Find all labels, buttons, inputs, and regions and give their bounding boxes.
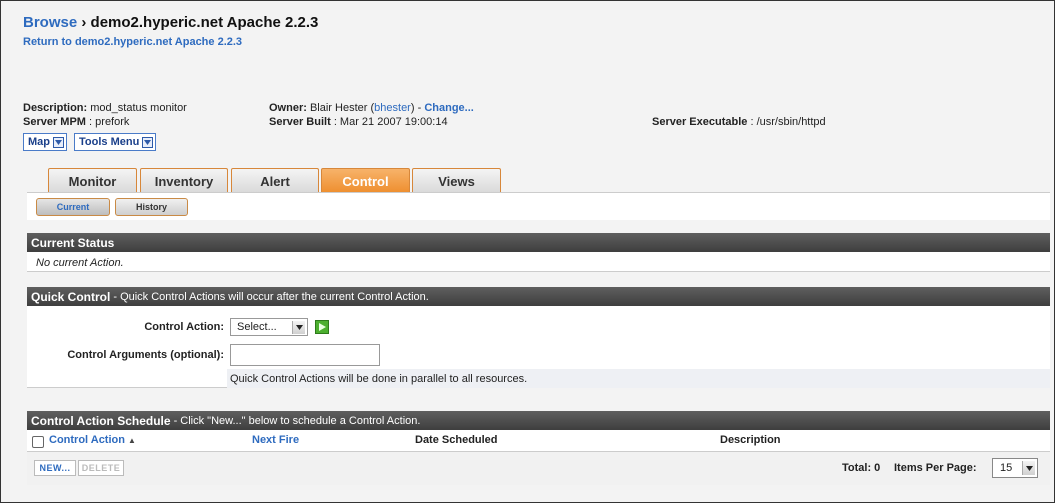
map-menu-label: Map bbox=[28, 136, 50, 148]
tab-alert-label: Alert bbox=[260, 173, 290, 189]
chevron-down-icon bbox=[292, 320, 305, 334]
breadcrumb-browse-link[interactable]: Browse bbox=[23, 14, 77, 31]
items-per-page-select[interactable]: 15 bbox=[992, 458, 1038, 478]
tab-views-label: Views bbox=[438, 173, 475, 189]
server-executable-row: Server Executable : /usr/sbin/httpd bbox=[652, 116, 826, 128]
column-date-scheduled: Date Scheduled bbox=[415, 434, 498, 446]
quick-control-desc: - Quick Control Actions will occur after… bbox=[113, 290, 429, 303]
breadcrumb: Browse › demo2.hyperic.net Apache 2.2.3 bbox=[23, 14, 318, 31]
chevron-down-icon bbox=[1022, 461, 1035, 475]
run-action-button[interactable] bbox=[315, 320, 329, 334]
owner-label: Owner: bbox=[269, 102, 307, 114]
current-status-header: Current Status bbox=[27, 233, 1050, 252]
subtab-current-label: Current bbox=[56, 202, 90, 212]
tab-control[interactable]: Control bbox=[321, 168, 410, 193]
control-action-selected: Select... bbox=[237, 321, 277, 333]
sort-ascending-icon: ▲ bbox=[128, 436, 136, 445]
description-label: Description: bbox=[23, 102, 88, 114]
schedule-table-header bbox=[27, 430, 1050, 451]
breadcrumb-separator: › bbox=[81, 14, 87, 31]
subtab-history-label: History bbox=[135, 202, 167, 212]
column-next-fire[interactable]: Next Fire bbox=[252, 434, 299, 446]
tools-menu-button[interactable]: Tools Menu bbox=[74, 133, 157, 151]
description-row: Description: mod_status monitor bbox=[23, 102, 187, 114]
chevron-down-icon bbox=[142, 136, 154, 148]
items-per-page-value: 15 bbox=[1000, 462, 1013, 474]
tab-control-label: Control bbox=[342, 173, 389, 189]
tab-views[interactable]: Views bbox=[412, 168, 501, 193]
control-arguments-label: Control Arguments (optional): bbox=[67, 349, 224, 361]
select-all-checkbox[interactable] bbox=[32, 436, 44, 448]
total-count: Total: 0 bbox=[842, 462, 881, 474]
server-executable-value: : /usr/sbin/httpd bbox=[750, 116, 826, 128]
server-mpm-value: : prefork bbox=[89, 116, 130, 128]
change-owner-link[interactable]: Change... bbox=[424, 102, 474, 114]
control-action-label: Control Action: bbox=[144, 321, 224, 333]
column-control-action[interactable]: Control Action ▲ bbox=[49, 434, 136, 446]
control-action-select[interactable]: Select... bbox=[230, 318, 308, 336]
column-control-action-label: Control Action bbox=[49, 434, 125, 446]
chevron-down-icon bbox=[53, 136, 64, 148]
server-mpm-row: Server MPM : prefork bbox=[23, 116, 129, 128]
tab-monitor[interactable]: Monitor bbox=[48, 168, 137, 193]
delete-button[interactable]: DELETE bbox=[78, 460, 124, 476]
owner-user-link[interactable]: bhester bbox=[374, 102, 411, 114]
page-title: demo2.hyperic.net Apache 2.2.3 bbox=[90, 14, 319, 31]
tab-alert[interactable]: Alert bbox=[231, 168, 319, 193]
new-button[interactable]: NEW... bbox=[34, 460, 76, 476]
server-executable-label: Server Executable bbox=[652, 116, 748, 128]
tab-monitor-label: Monitor bbox=[68, 173, 117, 189]
map-menu-button[interactable]: Map bbox=[23, 133, 67, 151]
quick-control-title: Quick Control bbox=[31, 289, 111, 304]
owner-name: Blair Hester ( bbox=[309, 102, 375, 114]
subtab-history[interactable]: History bbox=[115, 198, 188, 216]
owner-sep: ) - bbox=[410, 102, 422, 114]
schedule-desc: - Click "New..." below to schedule a Con… bbox=[173, 414, 421, 427]
current-status-panel bbox=[27, 252, 1050, 272]
schedule-header: Control Action Schedule - Click "New..."… bbox=[27, 411, 1050, 430]
tab-inventory[interactable]: Inventory bbox=[140, 168, 228, 193]
owner-row: Owner: Blair Hester (bhester) - Change..… bbox=[269, 102, 474, 114]
subtab-current[interactable]: Current bbox=[36, 198, 110, 216]
current-status-message: No current Action. bbox=[36, 257, 124, 269]
play-icon bbox=[319, 323, 326, 331]
server-built-label: Server Built bbox=[269, 116, 331, 128]
description-value: mod_status monitor bbox=[90, 102, 187, 114]
tab-inventory-label: Inventory bbox=[154, 173, 214, 189]
tools-menu-label: Tools Menu bbox=[79, 136, 140, 148]
items-per-page-label: Items Per Page: bbox=[894, 462, 977, 474]
server-mpm-label: Server MPM bbox=[23, 116, 86, 128]
column-description: Description bbox=[720, 434, 781, 446]
quick-control-hint: Quick Control Actions will be done in pa… bbox=[227, 369, 1050, 388]
schedule-title: Control Action Schedule bbox=[31, 413, 171, 428]
current-status-title: Current Status bbox=[31, 235, 115, 250]
control-arguments-input[interactable] bbox=[230, 344, 380, 366]
server-built-row: Server Built : Mar 21 2007 19:00:14 bbox=[269, 116, 448, 128]
return-link[interactable]: Return to demo2.hyperic.net Apache 2.2.3 bbox=[23, 36, 242, 48]
quick-control-header: Quick Control - Quick Control Actions wi… bbox=[27, 287, 1050, 306]
server-built-value: : Mar 21 2007 19:00:14 bbox=[333, 116, 448, 128]
